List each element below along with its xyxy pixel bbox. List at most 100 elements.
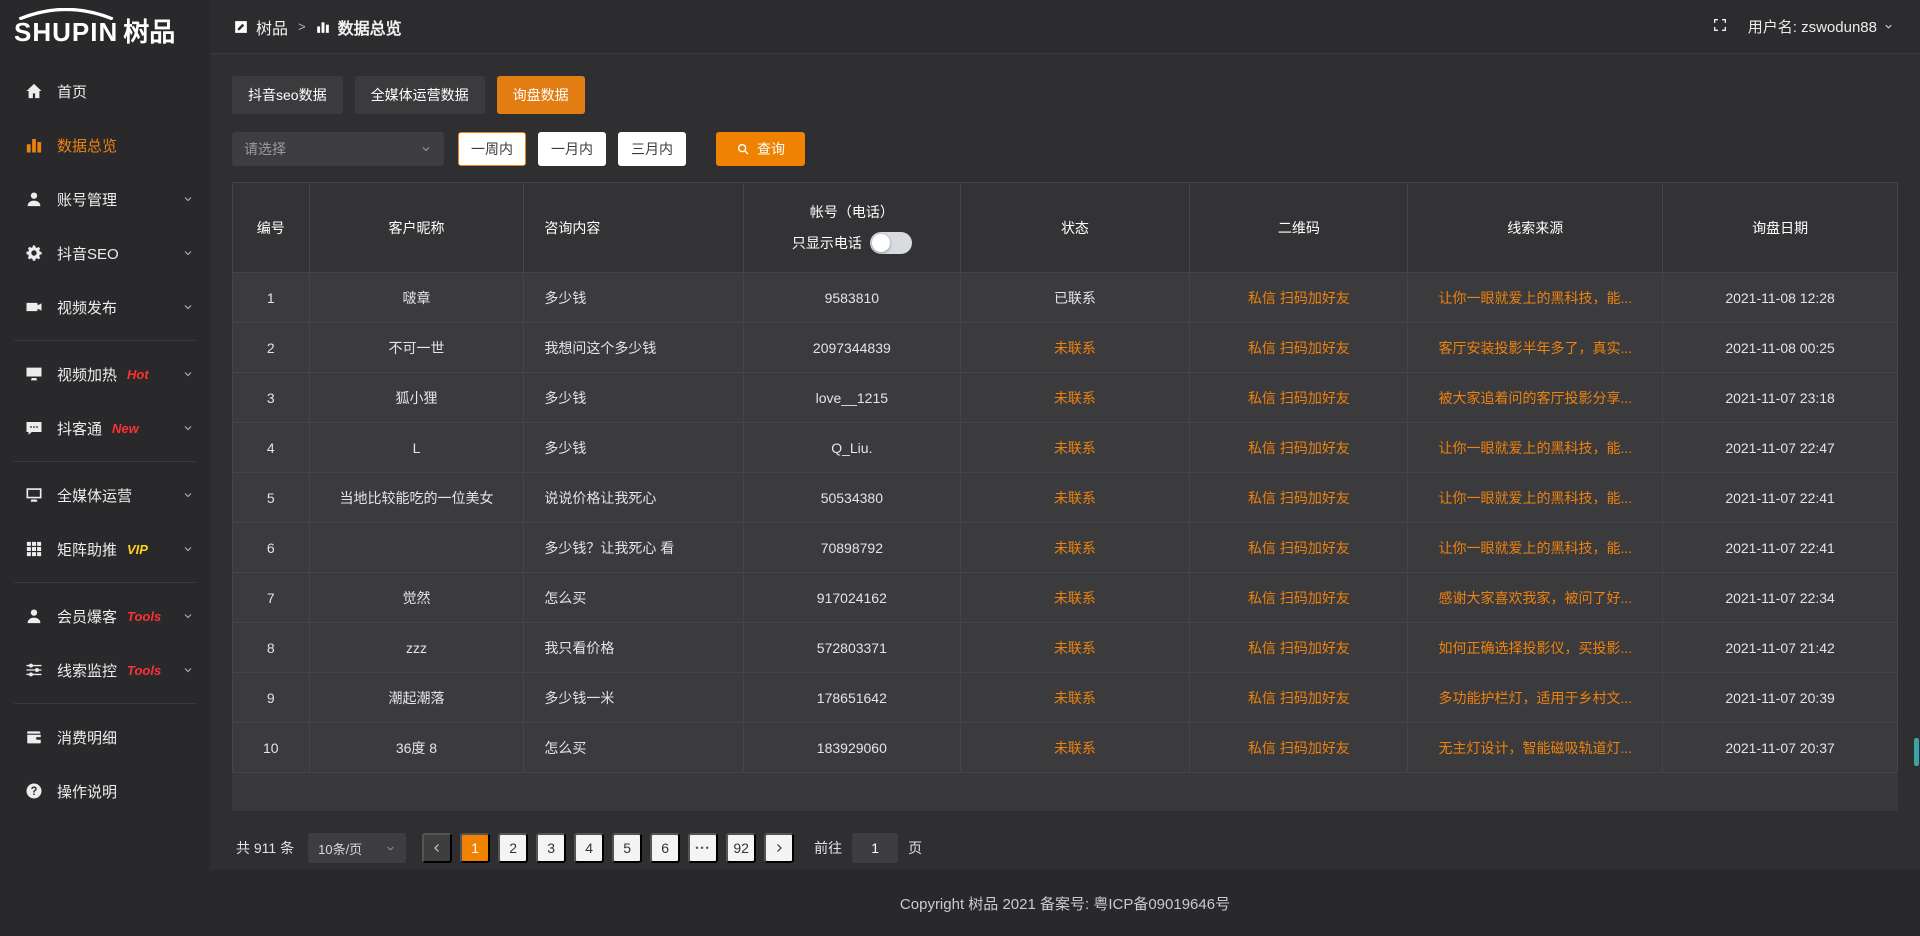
sidebar-item-label: 账号管理 [57,189,117,210]
column-header: 客户昵称 [309,183,524,273]
status-badge: 未联系 [960,423,1190,473]
sidebar-item-account-manage[interactable]: 账号管理 [0,172,210,226]
cell-content: 多少钱 [524,273,744,323]
sidebar-divider [14,703,196,704]
scrollbar-thumb[interactable] [1914,738,1919,766]
source-link[interactable]: 如何正确选择投影仪，买投影... [1408,623,1663,673]
table-header-row: 编号客户昵称咨询内容帐号（电话）只显示电话状态二维码线索来源询盘日期 [233,183,1898,273]
page-button-2[interactable]: 2 [498,833,528,863]
content: 抖音seo数据全媒体运营数据询盘数据 请选择 一周内一月内三月内 查询 [210,54,1920,870]
sidebar-item-label: 抖音SEO [57,243,119,264]
pagination-total: 共 911 条 [236,838,294,858]
sidebar-item-label: 矩阵助推 [57,539,117,560]
page-button-4[interactable]: 4 [574,833,604,863]
cell-date: 2021-11-07 20:39 [1663,673,1898,723]
sidebar-item-matrix-boost[interactable]: 矩阵助推VIP [0,522,210,576]
tab-douyin-seo-data[interactable]: 抖音seo数据 [232,76,343,114]
sidebar-item-clue-monitor[interactable]: 线索监控Tools [0,643,210,697]
column-header-label: 咨询内容 [544,218,743,238]
source-link[interactable]: 感谢大家喜欢我家，被问了好... [1408,573,1663,623]
app-logo[interactable]: SHUPIN 树品 [0,0,210,54]
fullscreen-icon[interactable] [1712,17,1728,37]
sidebar-item-data-overview[interactable]: 数据总览 [0,118,210,172]
user-menu[interactable]: 用户名: zswodun88 [1748,16,1894,37]
page-button-5[interactable]: 5 [612,833,642,863]
cell-date: 2021-11-08 00:25 [1663,323,1898,373]
qrcode-link[interactable]: 私信 扫码加好友 [1190,273,1408,323]
page-size-select[interactable]: 10条/页 [308,833,406,863]
page-button-92[interactable]: 92 [726,833,756,863]
sidebar-item-label: 线索监控 [57,660,117,681]
next-page-button[interactable] [764,833,794,863]
sidebar-divider [14,461,196,462]
qrcode-link[interactable]: 私信 扫码加好友 [1190,573,1408,623]
search-button[interactable]: 查询 [716,132,805,166]
sidebar-divider [14,340,196,341]
qrcode-link[interactable]: 私信 扫码加好友 [1190,373,1408,423]
qrcode-link[interactable]: 私信 扫码加好友 [1190,723,1408,773]
cell-account: love__1215 [744,373,960,423]
bar-chart-icon [24,135,44,155]
source-link[interactable]: 客厅安装投影半年多了，真实... [1408,323,1663,373]
sidebar-item-media-operation[interactable]: 全媒体运营 [0,468,210,522]
cell-content: 多少钱？让我死心 看 [524,523,744,573]
sidebar-item-consumption-detail[interactable]: 消费明细 [0,710,210,764]
sidebar-item-video-publish[interactable]: 视频发布 [0,280,210,334]
qrcode-link[interactable]: 私信 扫码加好友 [1190,623,1408,673]
sidebar-item-label: 消费明细 [57,727,117,748]
sidebar-item-video-heat[interactable]: 视频加热Hot [0,347,210,401]
page-button-6[interactable]: 6 [650,833,680,863]
sidebar-item-operation-guide[interactable]: 操作说明 [0,764,210,818]
tab-inquiry-data[interactable]: 询盘数据 [497,76,585,114]
column-header: 询盘日期 [1663,183,1898,273]
filter-select[interactable]: 请选择 [232,132,444,166]
cell-date: 2021-11-07 22:34 [1663,573,1898,623]
sidebar-item-douketong[interactable]: 抖客通New [0,401,210,455]
source-link[interactable]: 让你一眼就爱上的黑科技，能... [1408,523,1663,573]
app-root: SHUPIN 树品 首页数据总览账号管理抖音SEO 视频发布视频加热Hot抖客通N… [0,0,1920,936]
qrcode-link[interactable]: 私信 扫码加好友 [1190,473,1408,523]
source-link[interactable]: 多功能护栏灯，适用于乡村文... [1408,673,1663,723]
tab-media-operation-data[interactable]: 全媒体运营数据 [355,76,485,114]
pager-more-button[interactable]: ••• [688,833,718,863]
cell-nickname: zzz [309,623,524,673]
sidebar-divider [14,582,196,583]
inquiry-table: 编号客户昵称咨询内容帐号（电话）只显示电话状态二维码线索来源询盘日期 1啵章多少… [232,182,1898,811]
user-icon [24,189,44,209]
range-button-3[interactable]: 三月内 [618,132,686,166]
page-jump-label: 前往 [814,838,842,858]
sidebar-item-douyin-seo[interactable]: 抖音SEO [0,226,210,280]
qrcode-link[interactable]: 私信 扫码加好友 [1190,423,1408,473]
sidebar-menu: 首页数据总览账号管理抖音SEO视频发布视频加热Hot抖客通New全媒体运营矩阵助… [0,54,210,818]
qrcode-link[interactable]: 私信 扫码加好友 [1190,323,1408,373]
source-link[interactable]: 被大家追着问的客厅投影分享... [1408,373,1663,423]
status-badge: 未联系 [960,473,1190,523]
prev-page-button[interactable] [422,833,452,863]
column-header-label: 编号 [233,218,309,238]
breadcrumb-root[interactable]: 树品 [256,15,288,39]
page-button-3[interactable]: 3 [536,833,566,863]
column-header: 二维码 [1190,183,1408,273]
sidebar-item-home[interactable]: 首页 [0,64,210,118]
status-badge: 未联系 [960,373,1190,423]
qrcode-link[interactable]: 私信 扫码加好友 [1190,523,1408,573]
source-link[interactable]: 无主灯设计，智能磁吸轨道灯... [1408,723,1663,773]
source-link[interactable]: 让你一眼就爱上的黑科技，能... [1408,473,1663,523]
cell-date: 2021-11-07 21:42 [1663,623,1898,673]
phone-only-toggle[interactable] [870,232,912,254]
page-button-1[interactable]: 1 [460,833,490,863]
range-button-2[interactable]: 一月内 [538,132,606,166]
source-link[interactable]: 让你一眼就爱上的黑科技，能... [1408,423,1663,473]
qrcode-link[interactable]: 私信 扫码加好友 [1190,673,1408,723]
cell-date: 2021-11-07 22:41 [1663,473,1898,523]
sidebar-item-member-burst[interactable]: 会员爆客Tools [0,589,210,643]
page-jump-input[interactable] [852,833,898,863]
source-link[interactable]: 让你一眼就爱上的黑科技，能... [1408,273,1663,323]
table-row: 2不可一世我想问这个多少钱2097344839未联系私信 扫码加好友客厅安装投影… [233,323,1898,373]
table-body: 1啵章多少钱9583810已联系私信 扫码加好友让你一眼就爱上的黑科技，能...… [233,273,1898,773]
cell-account: 178651642 [744,673,960,723]
column-header-label: 线索来源 [1408,218,1662,238]
breadcrumb: 树品 > 数据总览 [234,15,402,39]
cell-nickname: 觉然 [309,573,524,623]
range-button-1[interactable]: 一周内 [458,132,526,166]
